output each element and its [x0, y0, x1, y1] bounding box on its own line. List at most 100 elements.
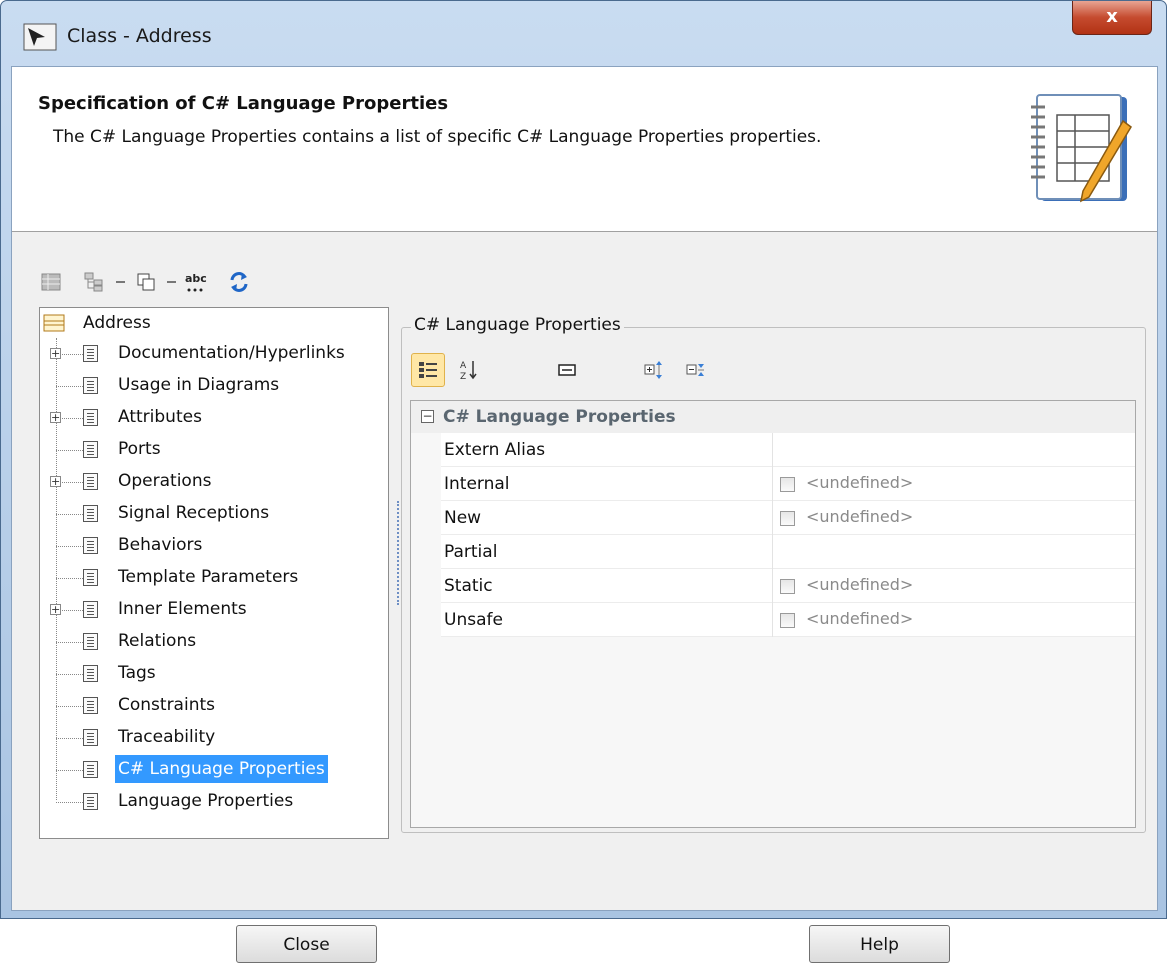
refresh-icon[interactable]: [224, 267, 254, 297]
help-button[interactable]: Help: [809, 925, 950, 963]
tree-item-label: Traceability: [118, 727, 216, 747]
properties-group-title: C# Language Properties: [411, 315, 624, 335]
property-row[interactable]: New <undefined>: [441, 501, 1135, 535]
property-value-cell[interactable]: [772, 433, 1136, 467]
tree-connector: [56, 674, 83, 675]
tree-item[interactable]: Template Parameters: [40, 562, 388, 594]
section-collapse-icon[interactable]: −: [421, 410, 434, 423]
tree-root-label: Address: [83, 313, 151, 333]
tree-item[interactable]: C# Language Properties: [40, 754, 388, 786]
property-value-cell[interactable]: <undefined>: [772, 569, 1136, 603]
property-row[interactable]: Partial: [441, 535, 1135, 569]
notebook-pencil-icon: [1031, 94, 1132, 203]
node-page-icon: [83, 793, 98, 810]
property-value: <undefined>: [806, 575, 914, 594]
tree-item-label: Relations: [118, 631, 197, 651]
tree-item[interactable]: Signal Receptions: [40, 498, 388, 530]
tree-connector: [56, 770, 83, 771]
node-page-icon: [83, 633, 98, 650]
property-row[interactable]: Unsafe <undefined>: [441, 603, 1135, 637]
property-value-cell[interactable]: <undefined>: [772, 467, 1136, 501]
tree-connector: [56, 802, 83, 803]
tree-connector: [56, 514, 83, 515]
sort-alpha-icon[interactable]: AZ: [452, 353, 486, 387]
property-checkbox[interactable]: [780, 613, 795, 628]
expand-icon[interactable]: +: [50, 412, 61, 423]
node-page-icon: [83, 665, 98, 682]
description-icon[interactable]: [550, 353, 584, 387]
tree-connector: [56, 642, 83, 643]
node-page-icon: [83, 601, 98, 618]
expand-all-icon[interactable]: [638, 353, 672, 387]
tree-item[interactable]: Language Properties: [40, 786, 388, 818]
tree-item[interactable]: Usage in Diagrams: [40, 370, 388, 402]
expand-icon[interactable]: +: [50, 348, 61, 359]
expand-icon[interactable]: +: [50, 476, 61, 487]
tree-item[interactable]: + Operations: [40, 466, 388, 498]
title-bar[interactable]: Class - Address x: [1, 1, 1166, 65]
property-checkbox[interactable]: [780, 477, 795, 492]
collapse-all-icon[interactable]: [680, 353, 714, 387]
table-icon[interactable]: [36, 267, 66, 297]
tree-item-label: Attributes: [118, 407, 202, 427]
node-page-icon: [83, 761, 98, 778]
tree-item[interactable]: Tags: [40, 658, 388, 690]
property-value-cell[interactable]: [772, 535, 1136, 569]
tree-item[interactable]: Behaviors: [40, 530, 388, 562]
tree-item-label: Documentation/Hyperlinks: [118, 343, 345, 363]
tree-connector: [56, 546, 83, 547]
tree-item[interactable]: Constraints: [40, 690, 388, 722]
tree-item[interactable]: Relations: [40, 626, 388, 658]
spell-check-icon[interactable]: abc: [181, 267, 211, 297]
tree-item[interactable]: + Inner Elements: [40, 594, 388, 626]
property-row[interactable]: Static <undefined>: [441, 569, 1135, 603]
header-title: Specification of C# Language Properties: [38, 93, 449, 114]
property-value-cell[interactable]: <undefined>: [772, 603, 1136, 637]
tree-connector: [56, 578, 83, 579]
close-button[interactable]: Close: [236, 925, 377, 963]
property-value-cell[interactable]: <undefined>: [772, 501, 1136, 535]
tree-item[interactable]: + Documentation/Hyperlinks: [40, 338, 388, 370]
property-row[interactable]: Extern Alias: [441, 433, 1135, 467]
tree-connector: [56, 706, 83, 707]
tree-item[interactable]: Ports: [40, 434, 388, 466]
properties-section-header[interactable]: − C# Language Properties: [411, 401, 1135, 433]
property-name: Unsafe: [444, 610, 503, 630]
property-name: Static: [444, 576, 493, 596]
tree-item-label: Signal Receptions: [118, 503, 270, 523]
node-page-icon: [83, 729, 98, 746]
property-name: Internal: [444, 474, 510, 494]
tree-item-label: Behaviors: [118, 535, 203, 555]
property-name: Extern Alias: [444, 440, 546, 460]
tree-item-label: Usage in Diagrams: [118, 375, 280, 395]
tree-item[interactable]: Traceability: [40, 722, 388, 754]
tree-item-label: Tags: [118, 663, 156, 683]
tree-item[interactable]: + Attributes: [40, 402, 388, 434]
property-row[interactable]: Internal <undefined>: [441, 467, 1135, 501]
node-page-icon: [83, 409, 98, 426]
class-icon: [23, 23, 57, 51]
toolbar-separator: [116, 281, 125, 283]
svg-text:abc: abc: [185, 272, 207, 285]
expand-icon[interactable]: +: [50, 604, 61, 615]
node-page-icon: [83, 377, 98, 394]
properties-section-title: C# Language Properties: [443, 407, 676, 427]
node-page-icon: [83, 697, 98, 714]
tree-icon[interactable]: [79, 267, 109, 297]
node-page-icon: [83, 569, 98, 586]
dialog-window: Class - Address x Specification of C# La…: [0, 0, 1167, 963]
tree-item-label: Operations: [118, 471, 212, 491]
property-value: <undefined>: [806, 507, 914, 526]
copy-icon[interactable]: [131, 267, 161, 297]
tree-connector: [56, 738, 83, 739]
node-page-icon: [83, 441, 98, 458]
toolbar-separator: [167, 281, 176, 283]
spec-tree[interactable]: Address + Documentation/Hyperlinks Usage i…: [39, 307, 389, 839]
tree-item-label: Template Parameters: [118, 567, 299, 587]
property-checkbox[interactable]: [780, 579, 795, 594]
categorized-icon[interactable]: [411, 353, 445, 387]
tree-item-label: C# Language Properties: [115, 755, 328, 783]
properties-grid[interactable]: − C# Language Properties Extern Alias Int…: [410, 400, 1136, 828]
property-checkbox[interactable]: [780, 511, 795, 526]
window-close-button[interactable]: x: [1072, 1, 1152, 35]
